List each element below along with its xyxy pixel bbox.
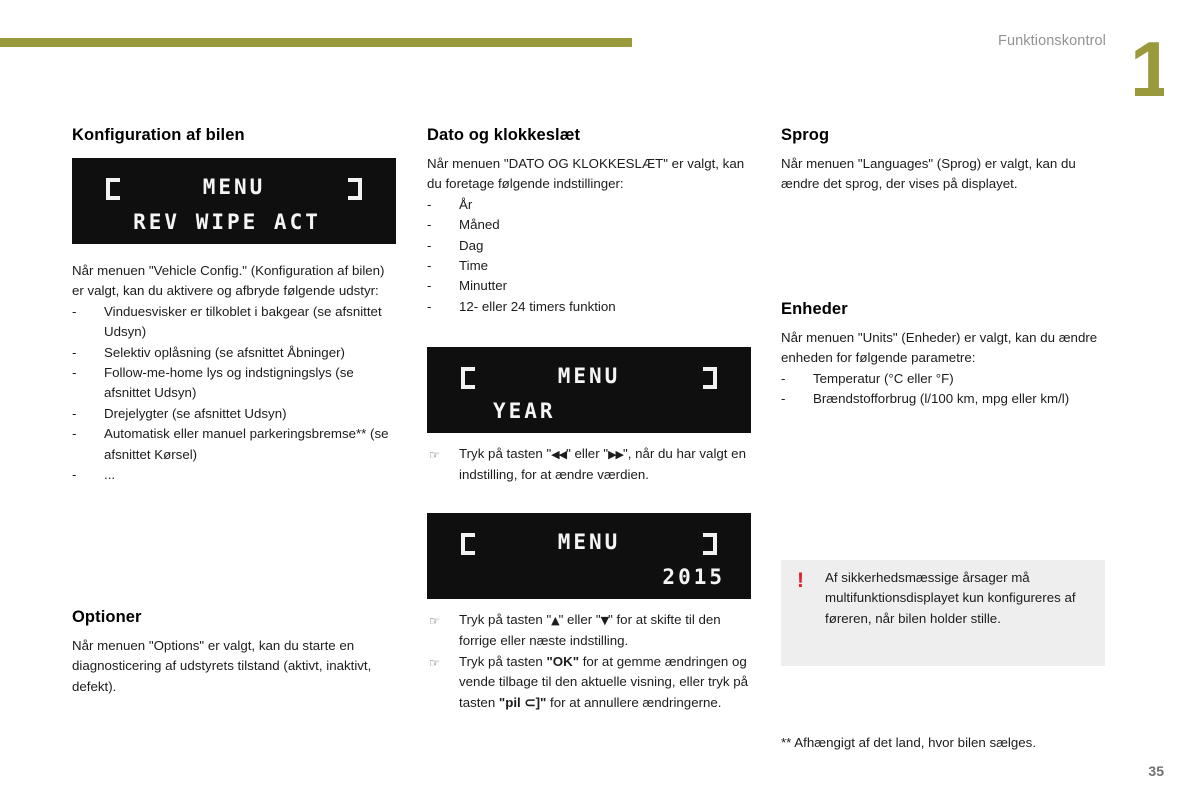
list-units-items: - Temperatur (°C eller °F) - Brændstofforb… (781, 369, 1105, 410)
instructions-change-value: ☞ Tryk på tasten "◀◀" eller "▶▶", når du … (427, 444, 757, 486)
list-item-label: Måned (459, 217, 500, 233)
paragraph-options-body: Når menuen "Options" er valgt, kan du st… (72, 638, 372, 694)
footnote: ** Afhængigt af det land, hvor bilen sæl… (781, 735, 1037, 750)
forward-key-icon: ▶▶ (608, 448, 624, 461)
list-item: - Automatisk eller manuel parkeringsbrems… (72, 424, 396, 465)
lcd-line2-year: YEAR (493, 399, 556, 423)
chapter-number-marker: 1 (1130, 38, 1164, 100)
pointing-hand-icon: ☞ (429, 448, 440, 462)
header-accent-rule (0, 38, 632, 47)
pointing-hand-icon: ☞ (429, 655, 440, 670)
heading-units: Enheder (781, 300, 848, 318)
list-item: - Vinduesvisker er tilkoblet i bakgear (s… (72, 302, 396, 343)
list-item-label: Minutter (459, 278, 508, 294)
dash-marker: - (72, 426, 77, 442)
list-item: - År (427, 195, 751, 215)
list-item-label: Vinduesvisker er tilkoblet i bakgear (se… (104, 303, 382, 340)
list-item-label: Brændstofforbrug (l/100 km, mpg eller km… (813, 391, 1070, 407)
chapter-title: Funktionskontrol (998, 33, 1106, 49)
list-item: - Brændstofforbrug (l/100 km, mpg eller k… (781, 389, 1105, 409)
up-arrow-key-icon: ▲ (551, 614, 560, 627)
dash-marker: - (781, 370, 786, 386)
instruction-item: ☞ Tryk på tasten "◀◀" eller "▶▶", når du … (427, 444, 757, 486)
list-date-time-items: - År - Måned - Dag - Time - Minutter - 12- ell… (427, 195, 751, 317)
pointing-hand-icon: ☞ (429, 614, 440, 628)
rewind-key-icon: ◀◀ (551, 448, 567, 461)
instructions-navigate-save: ☞ Tryk på tasten "▲" eller "▼" for at ski… (427, 610, 762, 713)
dash-marker: - (72, 344, 77, 360)
dash-marker: - (427, 278, 432, 294)
list-item: - Follow-me-home lys og indstigningslys (… (72, 363, 396, 404)
middle-column: Dato og klokkeslæt Når menuen "DATO OG K… (427, 126, 751, 317)
lcd-display-vehicle-config: MENU REV WIPE ACT (72, 158, 396, 244)
list-item-label: Drejelygter (se afsnittet Udsyn) (104, 405, 287, 421)
safety-warning-box: ! Af sikkerhedsmæssige årsager må multif… (781, 560, 1105, 666)
list-item: - Time (427, 256, 751, 276)
lcd-line2-vehicle-config: REV WIPE ACT (133, 210, 321, 234)
list-item-label: Time (459, 258, 489, 274)
instruction-text-pre: Tryk på tasten (459, 653, 547, 669)
right-column: Sprog Når menuen "Languages" (Sprog) er … (781, 126, 1105, 195)
lcd-bracket-right-icon (703, 367, 717, 389)
exclamation-icon: ! (797, 569, 804, 592)
back-arrow-key-label: "pil ⊂]" (498, 694, 547, 710)
heading-date-time: Dato og klokkeslæt (427, 126, 581, 144)
dash-marker: - (427, 237, 432, 253)
left-column: Konfiguration af bilen MENU REV WIPE ACT… (72, 126, 396, 485)
instruction-text-mid: " eller " (566, 446, 609, 461)
list-item: - Temperatur (°C eller °F) (781, 369, 1105, 389)
lcd-bracket-right-icon (348, 178, 362, 200)
down-arrow-key-icon: ▼ (600, 614, 610, 627)
dash-marker: - (781, 391, 786, 407)
right-column-units-block: Enheder Når menuen "Units" (Enheder) er … (781, 300, 1105, 410)
list-item: - Drejelygter (se afsnittet Udsyn) (72, 404, 396, 424)
instruction-text-mid: " eller " (558, 612, 601, 627)
list-item-label: Dag (459, 237, 484, 253)
list-item: - Selektiv oplåsning (se afsnittet Åbning… (72, 343, 396, 363)
dash-marker: - (72, 303, 77, 319)
list-item: -... (72, 465, 396, 485)
lcd-display-year-value: MENU 2015 (427, 513, 751, 599)
list-item-label: År (459, 196, 473, 212)
left-column-options-block: Optioner Når menuen "Options" er valgt, … (72, 608, 396, 697)
list-item: - 12- eller 24 timers funktion (427, 297, 751, 317)
dash-marker: - (72, 405, 77, 421)
lcd-display-year: MENU YEAR (427, 347, 751, 433)
paragraph-units-intro: Når menuen "Units" (Enheder) er valgt, k… (781, 330, 1098, 366)
dash-marker: - (427, 298, 432, 314)
dash-marker: - (427, 258, 432, 274)
list-vehicle-config-items: - Vinduesvisker er tilkoblet i bakgear (s… (72, 302, 396, 486)
dash-marker: - (427, 196, 432, 212)
dash-marker: - (427, 217, 432, 233)
lcd-line2-value: 2015 (662, 565, 725, 589)
instruction-text-pre: Tryk på tasten " (459, 446, 552, 461)
page-number: 35 (1148, 763, 1164, 779)
paragraph-vehicle-config-intro: Når menuen "Vehicle Config." (Konfigurat… (72, 263, 385, 299)
instruction-item: ☞ Tryk på tasten "▲" eller "▼" for at ski… (427, 610, 762, 652)
list-item-label: Temperatur (°C eller °F) (813, 370, 954, 386)
list-item: - Måned (427, 215, 751, 235)
list-item-label: 12- eller 24 timers funktion (459, 298, 616, 314)
dash-marker: - (72, 467, 77, 483)
list-item-label: Automatisk eller manuel parkeringsbremse… (104, 426, 389, 462)
list-item: - Dag (427, 236, 751, 256)
heading-vehicle-config: Konfiguration af bilen (72, 126, 245, 144)
list-item-label: Selektiv oplåsning (se afsnittet Åbninge… (104, 344, 345, 360)
lcd-bracket-right-icon (703, 533, 717, 555)
safety-warning-text: Af sikkerhedsmæssige årsager må multifun… (825, 570, 1076, 626)
paragraph-date-time-intro: Når menuen "DATO OG KLOKKESLÆT" er valgt… (427, 156, 745, 192)
paragraph-language-body: Når menuen "Languages" (Sprog) er valgt,… (781, 156, 1076, 192)
list-item-label: Follow-me-home lys og indstigningslys (s… (104, 365, 354, 401)
heading-options: Optioner (72, 608, 142, 626)
list-item-label: ... (104, 467, 116, 483)
ok-key-label: "OK" (546, 653, 580, 669)
instruction-text-post: for at annullere ændringerne. (546, 694, 722, 710)
heading-language: Sprog (781, 126, 830, 144)
dash-marker: - (72, 365, 77, 381)
instruction-item: ☞ Tryk på tasten "OK" for at gemme ændrin… (427, 652, 762, 713)
list-item: - Minutter (427, 276, 751, 296)
instruction-text-pre: Tryk på tasten " (459, 612, 552, 627)
